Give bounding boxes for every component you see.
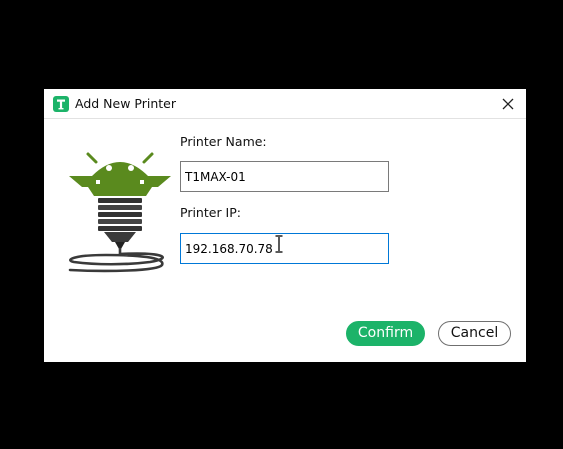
3d-printer-nozzle-icon — [68, 152, 171, 273]
printer-name-input[interactable] — [180, 161, 389, 192]
add-printer-dialog: Add New Printer Printer Name: Printer IP… — [44, 89, 526, 362]
cancel-button[interactable]: Cancel — [438, 321, 511, 346]
printer-ip-label: Printer IP: — [180, 205, 241, 220]
printer-name-label: Printer Name: — [180, 134, 267, 149]
confirm-button[interactable]: Confirm — [346, 321, 425, 346]
dialog-title: Add New Printer — [75, 96, 176, 111]
close-icon[interactable] — [496, 93, 520, 115]
title-bar: Add New Printer — [44, 89, 526, 119]
text-cursor-icon — [275, 235, 283, 253]
printer-ip-input[interactable] — [180, 233, 389, 264]
app-icon — [53, 96, 69, 112]
